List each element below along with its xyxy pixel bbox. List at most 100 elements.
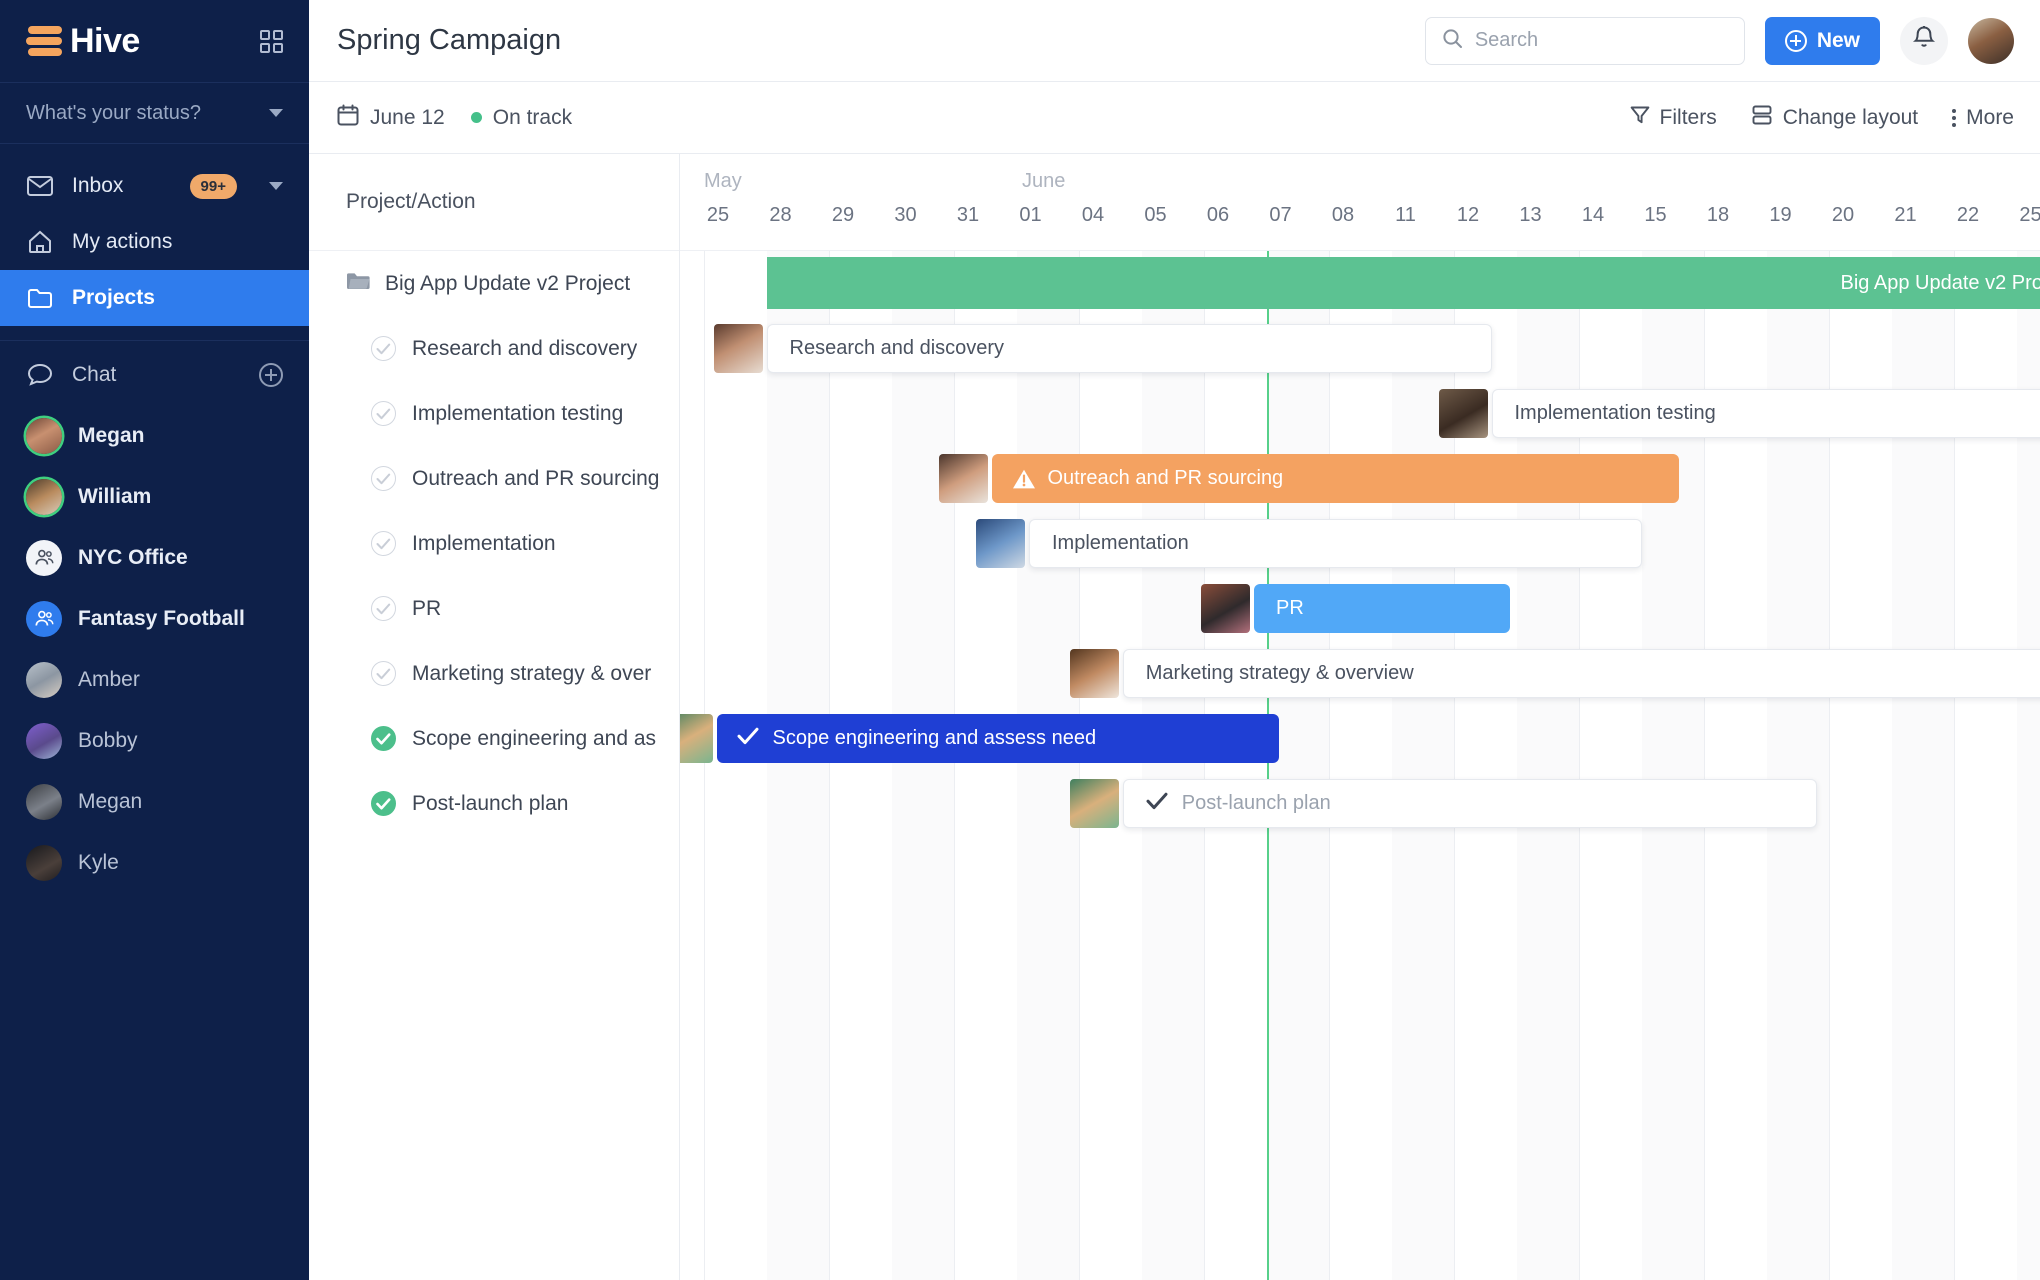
- avatar[interactable]: [938, 454, 988, 503]
- filter-icon: [1630, 105, 1650, 131]
- notifications-button[interactable]: [1900, 16, 1948, 65]
- chat-item-kyle[interactable]: Kyle: [0, 832, 309, 893]
- top-toolbar-actions: Search New: [1424, 16, 2014, 65]
- status-badge[interactable]: On track: [470, 106, 572, 130]
- timeline-day-label: 04: [1081, 204, 1105, 226]
- chat-list: Megan William NYC Office Fantasy Footbal…: [0, 405, 309, 893]
- plus-circle-icon[interactable]: [259, 363, 283, 387]
- gantt-task-bar[interactable]: Marketing strategy & overview: [1122, 649, 2040, 698]
- chevron-down-icon[interactable]: [269, 182, 283, 190]
- project-date[interactable]: June 12: [337, 104, 445, 132]
- status-selector[interactable]: What's your status?: [0, 82, 309, 144]
- gantt-task-bar[interactable]: Post-launch plan: [1122, 779, 1817, 828]
- more-button[interactable]: More: [1952, 106, 2014, 130]
- app-root: Hive What's your status? Inbox 99+ My ac…: [0, 0, 2040, 1280]
- sidebar-item-inbox[interactable]: Inbox 99+: [0, 158, 309, 214]
- avatar[interactable]: [1069, 649, 1119, 698]
- sidebar-item-projects[interactable]: Projects: [0, 270, 309, 326]
- task-checkbox[interactable]: [371, 531, 396, 556]
- gantt-task-row[interactable]: Post-launch plan: [309, 771, 679, 836]
- chat-item-nyc-office[interactable]: NYC Office: [0, 527, 309, 588]
- gantt-bar-row: PR: [680, 576, 2040, 641]
- gantt-task-row[interactable]: Marketing strategy & over: [309, 641, 679, 706]
- gantt-task-bar[interactable]: Implementation: [1029, 519, 1642, 568]
- avatar[interactable]: [1069, 779, 1119, 828]
- gantt-task-row[interactable]: PR: [309, 576, 679, 641]
- gantt-task-row[interactable]: Scope engineering and as: [309, 706, 679, 771]
- brand-logo[interactable]: Hive: [26, 22, 140, 61]
- timeline-day-label: 21: [1894, 204, 1917, 226]
- gantt-project-row[interactable]: Big App Update v2 Project: [309, 251, 679, 316]
- sidebar-item-label: Inbox: [72, 174, 124, 197]
- gantt-task-row[interactable]: Outreach and PR sourcing: [309, 446, 679, 511]
- gantt-task-bar[interactable]: Outreach and PR sourcing: [991, 454, 1679, 503]
- gantt-task-bar[interactable]: PR: [1254, 584, 1511, 633]
- gantt-bar-label: Big App Update v2 Project: [1840, 271, 2040, 294]
- avatar: [26, 722, 62, 759]
- task-checkbox[interactable]: [371, 791, 396, 816]
- filters-label: Filters: [1659, 105, 1717, 129]
- timeline-day-label: 01: [1019, 204, 1042, 226]
- folder-icon: [26, 285, 54, 311]
- task-checkbox[interactable]: [371, 401, 396, 426]
- search-icon: [1442, 28, 1463, 54]
- gantt-task-bar[interactable]: Scope engineering and assess need: [716, 714, 1279, 763]
- avatar[interactable]: [1968, 17, 2014, 64]
- gantt-timeline-header: May June 25 28 29 30 31 01 04 05 06 07 08 11 12 13 14 15 1…: [680, 154, 2040, 251]
- sidebar-chat-header[interactable]: Chat: [0, 345, 309, 405]
- chat-item-amber[interactable]: Amber: [0, 649, 309, 710]
- chat-item-bobby[interactable]: Bobby: [0, 710, 309, 771]
- sidebar-item-my-actions[interactable]: My actions: [0, 214, 309, 270]
- view-controls: Filters Change layout More: [1630, 105, 2014, 131]
- gantt-bar-row: Marketing strategy & overview: [680, 641, 2040, 706]
- folder-open-icon: [346, 271, 371, 297]
- gantt-row-label: Marketing strategy & over: [412, 661, 652, 685]
- gantt-row-label: PR: [412, 596, 442, 620]
- task-checkbox[interactable]: [371, 726, 396, 751]
- sidebar-nav: Inbox 99+ My actions Projects: [0, 144, 309, 326]
- hive-logo-icon: [26, 24, 66, 58]
- avatar[interactable]: [976, 519, 1025, 568]
- grid-apps-icon[interactable]: [260, 29, 283, 53]
- gantt-task-row[interactable]: Implementation testing: [309, 381, 679, 446]
- layout-icon: [1751, 105, 1773, 131]
- status-dot-icon: [470, 112, 482, 123]
- task-checkbox[interactable]: [371, 336, 396, 361]
- gantt-chart: Project/Action Big App Update v2 Project…: [309, 154, 2040, 1280]
- calendar-icon: [337, 104, 359, 132]
- avatar[interactable]: [713, 324, 763, 373]
- gantt-project-bar[interactable]: Big App Update v2 Project: [766, 257, 2040, 309]
- sidebar: Hive What's your status? Inbox 99+ My ac…: [0, 0, 309, 1280]
- gantt-task-bar[interactable]: Research and discovery: [766, 324, 1492, 373]
- new-button[interactable]: New: [1764, 16, 1880, 65]
- search-placeholder: Search: [1474, 29, 1539, 51]
- filters-button[interactable]: Filters: [1630, 105, 1717, 131]
- timeline-day-label: 08: [1331, 204, 1355, 226]
- sidebar-logo-row: Hive: [0, 0, 309, 82]
- gantt-task-row[interactable]: Implementation: [309, 511, 679, 576]
- avatar[interactable]: [1201, 584, 1250, 633]
- chat-item-william[interactable]: William: [0, 466, 309, 527]
- change-layout-button[interactable]: Change layout: [1751, 105, 1918, 131]
- chat-item-megan[interactable]: Megan: [0, 405, 309, 466]
- chevron-down-icon: [269, 109, 283, 117]
- chat-name: Bobby: [78, 728, 138, 752]
- gantt-bar-row: Implementation testing: [680, 381, 2040, 446]
- gantt-bar-row: Big App Update v2 Project: [680, 251, 2040, 316]
- chat-name: NYC Office: [78, 545, 188, 569]
- task-checkbox[interactable]: [371, 661, 396, 686]
- avatar[interactable]: [680, 714, 713, 763]
- chat-item-fantasy-football[interactable]: Fantasy Football: [0, 588, 309, 649]
- task-checkbox[interactable]: [371, 466, 396, 491]
- gantt-task-bar[interactable]: Implementation testing: [1491, 389, 2040, 438]
- chat-item-megan-2[interactable]: Megan: [0, 771, 309, 832]
- gantt-bar-label: Scope engineering and assess need: [772, 727, 1097, 749]
- avatar[interactable]: [1438, 389, 1488, 438]
- gantt-bar-row: Research and discovery: [680, 316, 2040, 381]
- avatar: [26, 783, 62, 820]
- task-checkbox[interactable]: [371, 596, 396, 621]
- sidebar-divider: [0, 340, 309, 341]
- search-input[interactable]: Search: [1424, 16, 1745, 65]
- gantt-bar-label: PR: [1276, 597, 1304, 619]
- gantt-task-row[interactable]: Research and discovery: [309, 316, 679, 381]
